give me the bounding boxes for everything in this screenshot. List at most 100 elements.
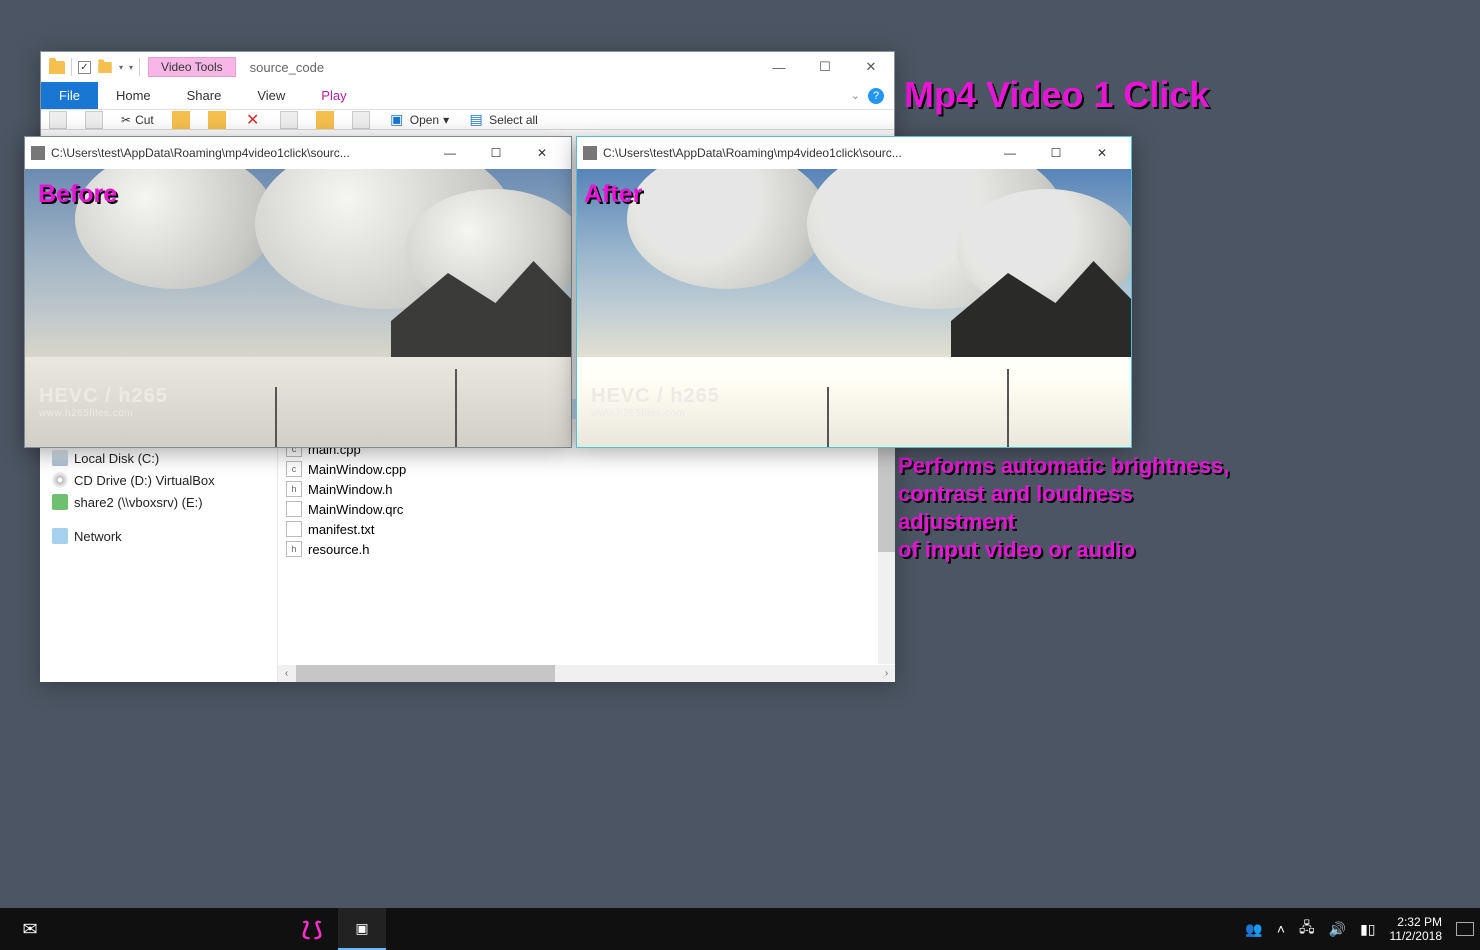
file-row[interactable]: manifest.txt bbox=[278, 519, 895, 539]
scroll-right-icon[interactable]: › bbox=[878, 665, 895, 682]
after-label: After bbox=[584, 180, 642, 209]
taskbar-mail-icon[interactable]: ✉ bbox=[6, 908, 54, 950]
tree-cd-drive[interactable]: CD Drive (D:) VirtualBox bbox=[52, 469, 273, 491]
qat-dropdown-icon[interactable]: ▾ bbox=[119, 63, 123, 72]
qat-separator bbox=[139, 58, 140, 76]
ribbon-open-button[interactable]: ▣Open ▾ bbox=[388, 111, 449, 129]
scroll-left-icon[interactable]: ‹ bbox=[278, 665, 295, 682]
context-tab-video-tools[interactable]: Video Tools bbox=[148, 57, 236, 77]
maximize-button[interactable]: ☐ bbox=[473, 137, 519, 169]
qat-customize-icon[interactable]: ▾ bbox=[129, 63, 133, 72]
window-title: source_code bbox=[236, 60, 756, 75]
clock-date: 11/2/2018 bbox=[1390, 929, 1443, 943]
file-icon bbox=[286, 501, 302, 517]
tab-view[interactable]: View bbox=[239, 82, 303, 109]
tree-label: share2 (\\vboxsrv) (E:) bbox=[74, 495, 203, 510]
tab-file[interactable]: File bbox=[41, 82, 98, 109]
disk-icon bbox=[52, 450, 68, 466]
minimize-button[interactable]: — bbox=[427, 137, 473, 169]
tree-local-disk[interactable]: Local Disk (C:) bbox=[52, 447, 273, 469]
watermark-line1: HEVC / h265 bbox=[39, 385, 168, 408]
tray-chevron-icon[interactable]: ˄ bbox=[1277, 921, 1285, 937]
file-name: resource.h bbox=[308, 542, 369, 557]
file-name: MainWindow.cpp bbox=[308, 462, 406, 477]
tray-volume-icon[interactable]: 🔊 bbox=[1329, 921, 1346, 938]
file-icon: h bbox=[286, 481, 302, 497]
tray-network-icon[interactable]: 🖧 bbox=[1299, 917, 1315, 941]
maximize-button[interactable]: ☐ bbox=[1033, 137, 1079, 169]
video-titlebar[interactable]: C:\Users\test\AppData\Roaming\mp4video1c… bbox=[25, 137, 571, 169]
minimize-button[interactable]: — bbox=[756, 52, 802, 82]
file-icon: c bbox=[286, 461, 302, 477]
file-row[interactable]: h MainWindow.h bbox=[278, 479, 895, 499]
people-icon[interactable]: 👥 bbox=[1245, 921, 1262, 938]
ribbon-body: ✂ Cut ✕ ▣Open ▾ ▤Select all bbox=[41, 110, 894, 130]
scrollbar-thumb[interactable] bbox=[296, 665, 555, 682]
watermark-line2: www.h265files.com bbox=[39, 408, 168, 419]
video-title: C:\Users\test\AppData\Roaming\mp4video1c… bbox=[603, 146, 981, 160]
qat-separator bbox=[71, 58, 72, 76]
tree-label: Local Disk (C:) bbox=[74, 451, 159, 466]
taskbar[interactable]: ✉ ⟅⟆ ▣ 👥 ˄ 🖧 🔊 ▮▯ 2:32 PM 11/2/2018 bbox=[0, 908, 1480, 950]
cut-label: Cut bbox=[135, 113, 154, 127]
promo-title: Mp4 Video 1 Click bbox=[904, 74, 1209, 116]
ribbon-copy-button[interactable] bbox=[85, 111, 103, 129]
ribbon-moveto-button[interactable] bbox=[172, 111, 190, 129]
horizontal-scrollbar[interactable]: ‹ › bbox=[278, 665, 895, 682]
qat-properties-checkbox[interactable]: ✓ bbox=[78, 61, 91, 74]
file-row[interactable]: c MainWindow.cpp bbox=[278, 459, 895, 479]
open-label: Open bbox=[410, 113, 439, 127]
before-label: Before bbox=[38, 180, 117, 209]
ribbon-collapse-icon[interactable]: ⌄ bbox=[851, 89, 860, 102]
tab-home[interactable]: Home bbox=[98, 82, 169, 109]
folder-icon bbox=[49, 61, 65, 74]
file-icon: h bbox=[286, 541, 302, 557]
watermark-line1: HEVC / h265 bbox=[591, 385, 720, 408]
action-center-icon[interactable] bbox=[1456, 922, 1474, 936]
close-button[interactable]: ✕ bbox=[1079, 137, 1125, 169]
file-icon bbox=[286, 521, 302, 537]
tree-label: CD Drive (D:) VirtualBox bbox=[74, 473, 215, 488]
promo-description: Performs automatic brightness, contrast … bbox=[898, 452, 1229, 564]
tab-play[interactable]: Play bbox=[303, 82, 364, 109]
video-window-after: C:\Users\test\AppData\Roaming\mp4video1c… bbox=[576, 136, 1132, 448]
ribbon-rename-button[interactable] bbox=[280, 111, 298, 129]
file-name: MainWindow.h bbox=[308, 482, 393, 497]
video-frame: HEVC / h265 www.h265files.com bbox=[577, 169, 1131, 447]
ribbon-cut-button[interactable]: ✂ Cut bbox=[121, 113, 154, 127]
ribbon-selectall-button[interactable]: ▤Select all bbox=[467, 111, 538, 129]
tray-battery-icon[interactable]: ▮▯ bbox=[1360, 921, 1375, 938]
explorer-titlebar[interactable]: ✓ ▾ ▾ Video Tools source_code — ☐ ✕ bbox=[41, 52, 894, 82]
ribbon-copyto-button[interactable] bbox=[208, 111, 226, 129]
video-titlebar[interactable]: C:\Users\test\AppData\Roaming\mp4video1c… bbox=[577, 137, 1131, 169]
watermark-line2: www.h265files.com bbox=[591, 408, 720, 419]
share-icon bbox=[52, 494, 68, 510]
ribbon-delete-button[interactable]: ✕ bbox=[244, 111, 262, 129]
taskbar-app-explorer[interactable]: ▣ bbox=[338, 908, 386, 950]
taskbar-clock[interactable]: 2:32 PM 11/2/2018 bbox=[1390, 915, 1443, 943]
help-icon[interactable]: ? bbox=[868, 88, 884, 104]
tree-share[interactable]: share2 (\\vboxsrv) (E:) bbox=[52, 491, 273, 513]
ribbon-pin-button[interactable] bbox=[49, 111, 67, 129]
close-button[interactable]: ✕ bbox=[848, 52, 894, 82]
ribbon-newfolder-button[interactable] bbox=[316, 111, 334, 129]
video-watermark: HEVC / h265 www.h265files.com bbox=[591, 385, 720, 419]
network-icon bbox=[52, 528, 68, 544]
tree-network[interactable]: Network bbox=[52, 525, 273, 547]
video-watermark: HEVC / h265 www.h265files.com bbox=[39, 385, 168, 419]
close-button[interactable]: ✕ bbox=[519, 137, 565, 169]
file-row[interactable]: h resource.h bbox=[278, 539, 895, 559]
maximize-button[interactable]: ☐ bbox=[802, 52, 848, 82]
tab-share[interactable]: Share bbox=[169, 82, 240, 109]
video-title: C:\Users\test\AppData\Roaming\mp4video1c… bbox=[51, 146, 421, 160]
ribbon-tabs: File Home Share View Play ⌄ ? bbox=[41, 82, 894, 110]
ribbon-newitem-button[interactable] bbox=[352, 111, 370, 129]
minimize-button[interactable]: — bbox=[987, 137, 1033, 169]
folder-icon bbox=[98, 61, 112, 72]
tree-label: Network bbox=[74, 529, 122, 544]
cd-icon bbox=[52, 472, 68, 488]
file-name: MainWindow.qrc bbox=[308, 502, 403, 517]
taskbar-app-mp4video[interactable]: ⟅⟆ bbox=[288, 908, 336, 950]
file-name: manifest.txt bbox=[308, 522, 374, 537]
file-row[interactable]: MainWindow.qrc bbox=[278, 499, 895, 519]
